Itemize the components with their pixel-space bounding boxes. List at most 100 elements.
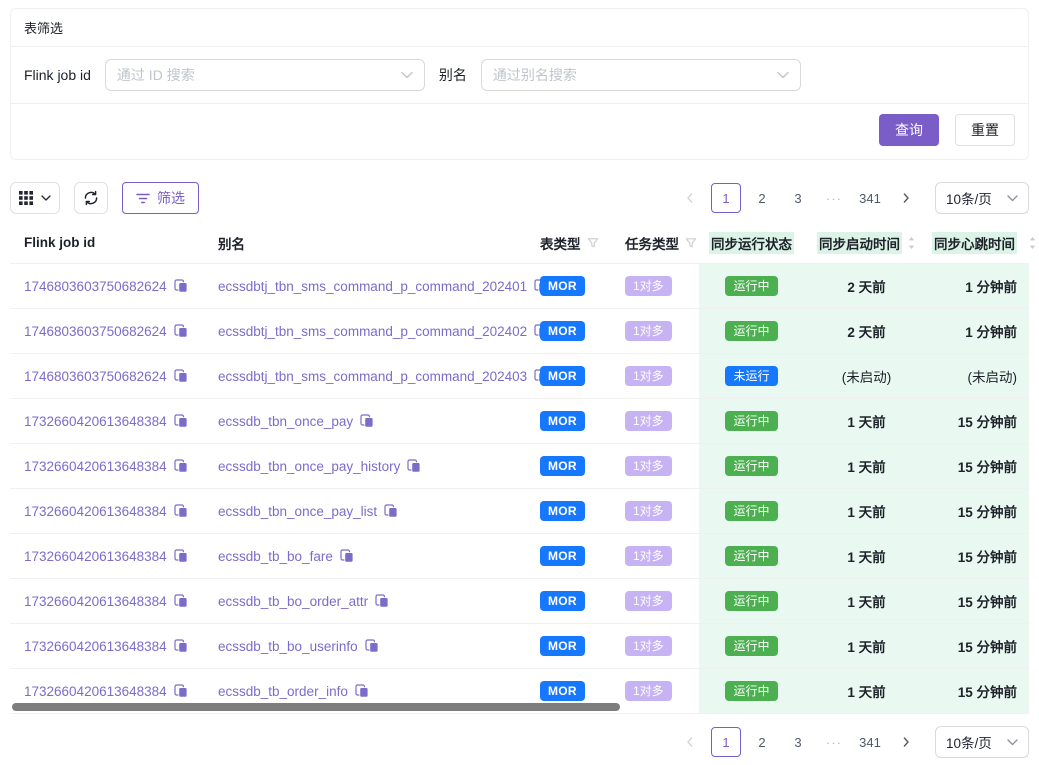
alias-link[interactable]: ecssdbtj_tbn_sms_command_p_command_20240… [218,324,527,339]
flink-job-id-link[interactable]: 1732660420613648384 [24,594,167,609]
copy-icon[interactable] [174,549,188,563]
flink-job-id-link[interactable]: 1746803603750682624 [24,369,167,384]
flink-job-id-link[interactable]: 1746803603750682624 [24,279,167,294]
alias-link[interactable]: ecssdb_tb_bo_fare [218,549,333,564]
copy-icon[interactable] [174,459,188,473]
flink-job-id-link[interactable]: 1732660420613648384 [24,414,167,429]
table-row[interactable]: 1732660420613648384 ecssdb_tbn_once_pay … [10,399,1029,444]
pager-ellipsis[interactable]: ··· [819,183,849,213]
chevron-down-icon [1007,195,1018,202]
alias-link[interactable]: ecssdb_tb_bo_order_attr [218,594,368,609]
sync-status-cell: 运行中 [699,444,804,488]
column-header-start-time[interactable]: 同步启动时间 [804,232,929,254]
toolbar-left: 筛选 [10,182,199,214]
pager-page-1[interactable]: 1 [711,727,741,757]
copy-icon[interactable] [355,684,369,698]
task-type-tag: 1对多 [625,321,672,341]
pager-page-3[interactable]: 3 [783,183,813,213]
pager-next[interactable] [891,727,921,757]
copy-icon[interactable] [174,414,188,428]
table-row[interactable]: 1732660420613648384 ecssdb_tb_bo_order_a… [10,579,1029,624]
alias-link[interactable]: ecssdbtj_tbn_sms_command_p_command_20240… [218,369,527,384]
alias-link[interactable]: ecssdb_tb_bo_userinfo [218,639,358,654]
sync-status-cell: 运行中 [699,624,804,668]
table-row[interactable]: 1732660420613648384 ecssdb_tbn_once_pay_… [10,444,1029,489]
refresh-button[interactable] [74,182,108,214]
query-button[interactable]: 查询 [879,114,939,146]
pager-prev[interactable] [675,727,705,757]
copy-icon[interactable] [174,594,188,608]
sorter-icon[interactable] [907,236,916,250]
pager-prev[interactable] [675,183,705,213]
start-time-cell: 1 天前 [804,399,929,443]
pager-page-1[interactable]: 1 [711,183,741,213]
pager-next[interactable] [891,183,921,213]
flink-job-id-link[interactable]: 1732660420613648384 [24,459,167,474]
copy-icon[interactable] [174,504,188,518]
table-row[interactable]: 1746803603750682624 ecssdbtj_tbn_sms_com… [10,354,1029,399]
alias-cell: ecssdb_tbn_once_pay [218,414,540,429]
task-type-cell: 1对多 [625,366,699,386]
start-time-cell: 1 天前 [804,624,929,668]
filter-funnel-icon[interactable] [685,237,697,249]
pager-page-3[interactable]: 3 [783,727,813,757]
heartbeat-time-cell: 15 分钟前 [929,579,1029,623]
task-type-cell: 1对多 [625,681,699,701]
flink-job-id-cell: 1746803603750682624 [10,369,218,384]
page-size-select[interactable]: 10条/页 [935,726,1029,758]
horizontal-scrollbar-thumb[interactable] [12,703,620,711]
table-row[interactable]: 1732660420613648384 ecssdb_tbn_once_pay_… [10,489,1029,534]
alias-cell: ecssdb_tbn_once_pay_list [218,504,540,519]
alias-cell: ecssdbtj_tbn_sms_command_p_command_20240… [218,369,540,384]
column-header-table-type: 表类型 [540,233,625,253]
status-tag: 运行中 [725,546,777,566]
pager-page-341[interactable]: 341 [855,727,885,757]
pager-page-2[interactable]: 2 [747,183,777,213]
copy-icon[interactable] [174,369,188,383]
pager-ellipsis[interactable]: ··· [819,727,849,757]
copy-icon[interactable] [365,639,379,653]
start-time-cell: 1 天前 [804,489,929,533]
table-type-tag: MOR [540,501,585,521]
sorter-icon[interactable] [1028,236,1037,250]
filter-toggle-button[interactable]: 筛选 [122,182,199,214]
alias-link[interactable]: ecssdb_tb_order_info [218,684,348,699]
copy-icon[interactable] [174,639,188,653]
flink-job-id-link[interactable]: 1732660420613648384 [24,504,167,519]
alias-select[interactable]: 通过别名搜索 [481,59,801,91]
column-settings-button[interactable] [10,182,60,214]
filter-funnel-icon[interactable] [587,237,599,249]
flink-job-id-link[interactable]: 1732660420613648384 [24,639,167,654]
flink-job-id-link[interactable]: 1732660420613648384 [24,684,167,699]
column-header-flink-job-id: Flink job id [10,235,218,250]
alias-link[interactable]: ecssdbtj_tbn_sms_command_p_command_20240… [218,279,527,294]
copy-icon[interactable] [407,459,421,473]
table-row[interactable]: 1732660420613648384 ecssdb_tb_bo_userinf… [10,624,1029,669]
flink-job-id-link[interactable]: 1746803603750682624 [24,324,167,339]
copy-icon[interactable] [174,324,188,338]
alias-link[interactable]: ecssdb_tbn_once_pay [218,414,353,429]
copy-icon[interactable] [384,504,398,518]
copy-icon[interactable] [375,594,389,608]
copy-icon[interactable] [174,279,188,293]
table-row[interactable]: 1732660420613648384 ecssdb_tb_bo_fare MO… [10,534,1029,579]
pager-page-341[interactable]: 341 [855,183,885,213]
table: Flink job id 别名 表类型 任务类型 同步运行状态 同步启动时间 同… [10,222,1029,714]
table-row[interactable]: 1746803603750682624 ecssdbtj_tbn_sms_com… [10,264,1029,309]
column-header-heartbeat-time[interactable]: 同步心跳时间 [929,232,1029,254]
alias-link[interactable]: ecssdb_tbn_once_pay_history [218,459,400,474]
table-row[interactable]: 1746803603750682624 ecssdbtj_tbn_sms_com… [10,309,1029,354]
column-header-sync-status: 同步运行状态 [699,232,804,254]
alias-cell: ecssdbtj_tbn_sms_command_p_command_20240… [218,279,540,294]
pager-page-2[interactable]: 2 [747,727,777,757]
flink-job-id-link[interactable]: 1732660420613648384 [24,549,167,564]
copy-icon[interactable] [174,684,188,698]
flink-job-id-select[interactable]: 通过 ID 搜索 [105,59,425,91]
page-size-select[interactable]: 10条/页 [935,182,1029,214]
reset-button[interactable]: 重置 [955,114,1015,146]
copy-icon[interactable] [340,549,354,563]
copy-icon[interactable] [360,414,374,428]
alias-label: 别名 [439,65,467,85]
alias-link[interactable]: ecssdb_tbn_once_pay_list [218,504,377,519]
column-label: Flink job id [24,235,95,250]
